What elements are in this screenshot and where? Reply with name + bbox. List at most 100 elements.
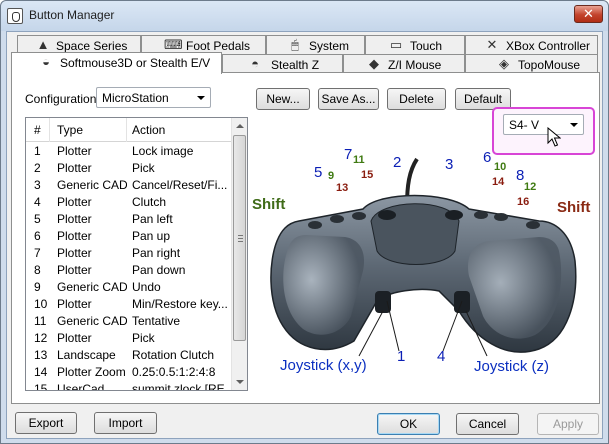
cell-action: Pan up (132, 229, 171, 243)
close-button[interactable]: ✕ (574, 5, 603, 23)
button-14-label: 14 (492, 176, 505, 188)
column-header-type[interactable]: Type (57, 123, 83, 137)
tab-label: TopoMouse (518, 58, 581, 72)
cell-type: Generic CAD (57, 280, 127, 294)
cell-action: Pan left (132, 212, 173, 226)
cell-type: Landscape (57, 348, 116, 362)
list-item[interactable]: 8 Plotter Pan down (26, 262, 233, 279)
configuration-select[interactable]: MicroStation (96, 87, 211, 108)
button-7-label: 7 (344, 146, 353, 163)
topomouse-icon: ◈ (499, 56, 509, 71)
cell-type: Plotter (57, 263, 92, 277)
cell-action: Min/Restore key... (132, 297, 228, 311)
list-item[interactable]: 1 Plotter Lock image (26, 143, 233, 160)
button-assignment-list[interactable]: # Type Action 1 Plotter Lock image 2 Plotter… (25, 117, 248, 391)
cell-action: Cancel/Reset/Fi... (132, 178, 228, 192)
scroll-down-arrow-icon[interactable] (232, 374, 247, 390)
zi-mouse-icon: ◆ (369, 56, 379, 71)
cell-number: 7 (34, 246, 41, 260)
shift-right-label: Shift (557, 199, 591, 216)
mouse-cursor-icon (547, 127, 561, 147)
apply-button[interactable]: Apply (537, 413, 599, 435)
button-4-label: 4 (437, 348, 446, 365)
scroll-up-arrow-icon[interactable] (232, 118, 247, 134)
cell-action: 0.25:0.5:1:2:4:8 (132, 365, 216, 379)
cell-number: 15 (34, 382, 48, 391)
grip-line (238, 235, 243, 236)
mouse-icon: 🖱 (291, 37, 299, 52)
button-13-label: 13 (336, 182, 349, 194)
scrollbar-thumb[interactable] (233, 135, 246, 341)
cell-action: Lock image (132, 144, 194, 158)
list-scrollbar[interactable] (231, 118, 247, 390)
button-6-label: 6 (483, 149, 492, 166)
cell-action: Undo (132, 280, 161, 294)
tab-stealth-z[interactable]: ◓ Stealth Z (222, 54, 343, 74)
list-item[interactable]: 4 Plotter Clutch (26, 194, 233, 211)
cell-action: Clutch (132, 195, 167, 209)
button-manager-window: Button Manager ✕ ▲ Space Series ⌨ Foot P… (0, 0, 609, 444)
configuration-value: MicroStation (102, 91, 169, 105)
cell-action: Pick (132, 161, 155, 175)
save-as-button[interactable]: Save As... (318, 88, 379, 110)
import-button[interactable]: Import (94, 412, 157, 434)
tab-label: Foot Pedals (186, 39, 251, 53)
cell-action: Rotation Clutch (132, 348, 215, 362)
button-10-label: 10 (494, 161, 507, 173)
list-item[interactable]: 11 Generic CAD Tentative (26, 313, 233, 330)
softmouse-icon: ◒ (42, 54, 50, 69)
list-item[interactable]: 7 Plotter Pan right (26, 245, 233, 262)
cell-number: 6 (34, 229, 41, 243)
list-item[interactable]: 12 Plotter Pick (26, 330, 233, 347)
tab-softmouse3d[interactable]: ◒ Softmouse3D or Stealth E/V (11, 52, 222, 74)
list-item[interactable]: 9 Generic CAD Undo (26, 279, 233, 296)
model-select[interactable]: S4- V (503, 114, 584, 135)
delete-button[interactable]: Delete (387, 88, 446, 110)
column-divider (49, 118, 50, 142)
cell-number: 8 (34, 263, 41, 277)
list-item[interactable]: 6 Plotter Pan up (26, 228, 233, 245)
cell-type: Plotter (57, 229, 92, 243)
button-16-label: 16 (517, 196, 530, 208)
stealth-icon: ◓ (251, 56, 259, 71)
tab-xbox-controller[interactable]: ✕ XBox Controller (465, 35, 598, 55)
tab-topomouse[interactable]: ◈ TopoMouse (465, 54, 598, 74)
grip-line (238, 238, 243, 239)
list-item[interactable]: 5 Plotter Pan left (26, 211, 233, 228)
tab-touch[interactable]: ▭ Touch (365, 35, 465, 55)
new-button[interactable]: New... (256, 88, 310, 110)
title-bar: Button Manager ✕ (1, 1, 608, 31)
cell-type: UserCad (57, 382, 105, 391)
chevron-down-icon (570, 123, 578, 127)
list-item[interactable]: 15 UserCad summit zlock [RE (26, 381, 233, 391)
joystick-xy-label: Joystick (x,y) (280, 357, 367, 374)
export-button[interactable]: Export (15, 412, 77, 434)
list-item[interactable]: 14 Plotter Zoom 0.25:0.5:1:2:4:8 (26, 364, 233, 381)
column-header-number[interactable]: # (34, 123, 41, 137)
tab-label: XBox Controller (506, 39, 591, 53)
cell-action: Pan down (132, 263, 186, 277)
cancel-button[interactable]: Cancel (456, 413, 519, 435)
tab-system[interactable]: 🖱 System (266, 35, 365, 55)
cell-action: Pan right (132, 246, 181, 260)
column-header-action[interactable]: Action (132, 123, 165, 137)
window-title: Button Manager (29, 8, 115, 22)
chevron-down-icon (197, 96, 205, 100)
tab-zi-mouse[interactable]: ◆ Z/I Mouse (343, 54, 465, 74)
cell-number: 2 (34, 161, 41, 175)
button-5-label: 5 (314, 164, 323, 181)
cell-number: 10 (34, 297, 48, 311)
cell-action: Tentative (132, 314, 181, 328)
list-item[interactable]: 10 Plotter Min/Restore key... (26, 296, 233, 313)
list-item[interactable]: 2 Plotter Pick (26, 160, 233, 177)
mouse-app-icon (7, 8, 23, 24)
button-2-label: 2 (393, 154, 402, 171)
ok-button[interactable]: OK (377, 413, 440, 435)
tab-label: Z/I Mouse (388, 58, 442, 72)
list-item[interactable]: 3 Generic CAD Cancel/Reset/Fi... (26, 177, 233, 194)
list-header: # Type Action (26, 118, 233, 142)
tab-label: Softmouse3D or Stealth E/V (60, 56, 211, 70)
button-9-label: 9 (328, 170, 335, 182)
list-item[interactable]: 13 Landscape Rotation Clutch (26, 347, 233, 364)
column-divider (126, 118, 127, 142)
